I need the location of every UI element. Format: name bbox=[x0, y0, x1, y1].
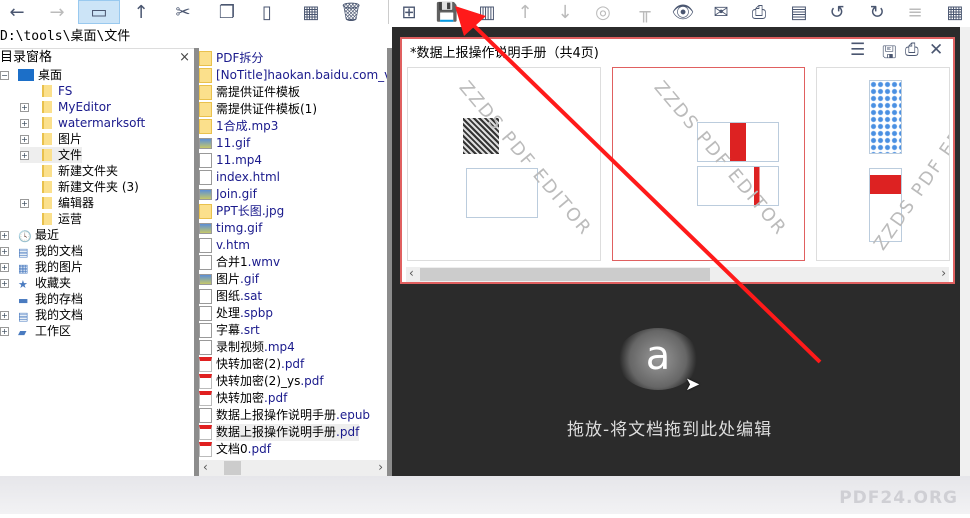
red-arrow-annotation bbox=[455, 6, 822, 364]
arrow-line bbox=[464, 16, 822, 364]
brand-label: PDF24.ORG bbox=[839, 488, 958, 508]
status-bar: PDF24.ORG bbox=[0, 476, 970, 514]
